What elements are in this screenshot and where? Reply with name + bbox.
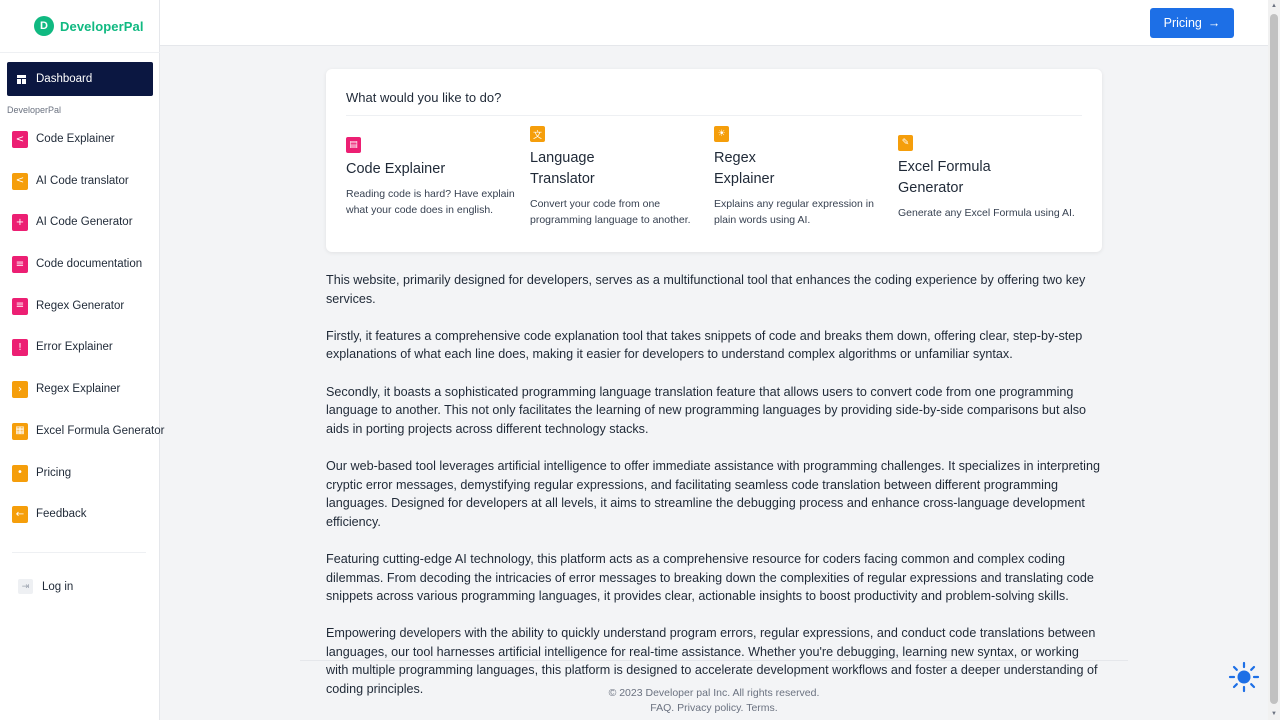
sidebar-item-label: Pricing — [36, 466, 72, 479]
login-link[interactable]: ⇥ Log in — [18, 579, 73, 594]
tools-card: What would you like to do? ▤ Code Explai… — [326, 69, 1102, 252]
sidebar-item-label: AI Code Generator — [36, 216, 133, 229]
sidebar-item-excel-formula-generator[interactable]: ▦ Excel Formula Generator — [12, 422, 164, 465]
regex-icon: ≡ — [12, 297, 28, 315]
tool-regex-explainer[interactable]: ☀ Regex Explainer Explains any regular e… — [714, 126, 894, 228]
brand-logo-icon: D — [34, 16, 54, 36]
copyright: © 2023 Developer pal Inc. All rights res… — [608, 687, 820, 699]
tool-excel-formula-generator[interactable]: ✎ Excel Formula Generator Generate any E… — [898, 135, 1083, 221]
privacy-policy-link[interactable]: Privacy policy. — [677, 702, 743, 714]
sun-icon — [1228, 661, 1260, 693]
sidebar: D DeveloperPal Dashboard DeveloperPal < … — [0, 0, 164, 720]
login-icon: ⇥ — [18, 579, 33, 594]
pencil-icon: ✎ — [898, 135, 913, 151]
dashboard-icon — [17, 74, 26, 84]
tool-code-explainer[interactable]: ▤ Code Explainer Reading code is hard? H… — [346, 137, 516, 218]
top-header: Pricing → — [160, 0, 1268, 46]
divider — [0, 52, 160, 53]
card-title: What would you like to do? — [346, 90, 502, 105]
tool-name: Code Explainer — [346, 161, 446, 177]
divider — [300, 660, 1128, 661]
sidebar-item-code-explainer[interactable]: < Code Explainer — [12, 131, 158, 173]
sidebar-item-regex-generator[interactable]: ≡ Regex Generator — [12, 297, 158, 340]
sidebar-item-regex-explainer[interactable]: › Regex Explainer — [12, 381, 158, 423]
sidebar-nav: < Code Explainer < AI Code translator + … — [12, 131, 164, 548]
sidebar-item-feedback[interactable]: ← Feedback — [12, 506, 158, 548]
tool-name: Language Translator — [530, 150, 595, 187]
theme-toggle-button[interactable] — [1228, 661, 1260, 693]
sidebar-item-dashboard[interactable]: Dashboard — [7, 62, 153, 96]
tool-description: Convert your code from one programming l… — [530, 198, 691, 226]
sidebar-section-label: DeveloperPal — [7, 105, 62, 115]
sidebar-item-label: Feedback — [36, 508, 87, 521]
main-content: This website, primarily designed for dev… — [326, 271, 1104, 717]
sidebar-item-label: Error Explainer — [36, 341, 113, 354]
paragraph: Secondly, it boasts a sophisticated prog… — [326, 384, 1087, 436]
alert-circle-icon: ! — [12, 339, 28, 357]
sidebar-item-ai-code-translator[interactable]: < AI Code translator — [12, 172, 158, 215]
paragraph: Firstly, it features a comprehensive cod… — [326, 328, 1083, 362]
arrow-right-icon: → — [1207, 16, 1221, 30]
scroll-up-icon[interactable]: ▲ — [1270, 2, 1278, 10]
document-icon: ≡ — [12, 256, 28, 274]
pricing-button[interactable]: Pricing → — [1150, 8, 1234, 38]
tool-description: Reading code is hard? Have explain what … — [346, 188, 515, 216]
sidebar-item-label: Dashboard — [36, 73, 93, 85]
sidebar-item-label: AI Code translator — [36, 174, 129, 187]
paragraph: Featuring cutting-edge AI technology, th… — [326, 551, 1094, 604]
sidebar-item-pricing[interactable]: • Pricing — [12, 464, 158, 507]
lightning-icon: › — [12, 381, 28, 399]
scrollbar[interactable]: ▲ ▼ — [1268, 0, 1280, 720]
sidebar-item-label: Regex Explainer — [36, 383, 121, 396]
chat-icon: ▤ — [346, 137, 361, 153]
sidebar-item-label: Regex Generator — [36, 299, 125, 312]
tool-language-translator[interactable]: 文 Language Translator Convert your code … — [530, 126, 695, 228]
footer-links: FAQ. Privacy policy. Terms. — [160, 701, 1268, 716]
login-label: Log in — [42, 580, 74, 593]
footer: © 2023 Developer pal Inc. All rights res… — [160, 686, 1268, 716]
paragraph: This website, primarily designed for dev… — [326, 273, 1086, 306]
plus-icon: + — [12, 214, 28, 232]
tool-description: Explains any regular expression in plain… — [714, 198, 874, 226]
arrow-left-icon: ← — [12, 506, 28, 524]
divider — [12, 552, 146, 553]
tag-icon: • — [12, 464, 28, 482]
faq-link[interactable]: FAQ. — [650, 702, 674, 714]
brand-name: DeveloperPal — [60, 18, 144, 34]
scroll-down-icon[interactable]: ▼ — [1270, 710, 1278, 718]
paragraph: Our web-based tool leverages artificial … — [326, 458, 1100, 529]
translate-icon: 文 — [530, 126, 545, 142]
brand[interactable]: D DeveloperPal — [34, 15, 144, 37]
sidebar-item-label: Excel Formula Generator — [36, 424, 165, 437]
pricing-button-label: Pricing — [1163, 16, 1202, 30]
sidebar-item-code-documentation[interactable]: ≡ Code documentation — [12, 256, 158, 298]
sidebar-item-label: Code documentation — [36, 258, 143, 271]
sidebar-item-ai-code-generator[interactable]: + AI Code Generator — [12, 214, 158, 256]
code-brackets-icon: < — [12, 172, 28, 190]
tool-name: Regex Explainer — [714, 150, 775, 187]
sidebar-item-error-explainer[interactable]: ! Error Explainer — [12, 339, 158, 381]
code-brackets-icon: < — [12, 131, 28, 148]
lightbulb-icon: ☀ — [714, 126, 729, 142]
terms-link[interactable]: Terms. — [746, 702, 778, 714]
divider — [346, 115, 1082, 116]
tool-name: Excel Formula Generator — [898, 159, 991, 196]
table-icon: ▦ — [12, 422, 28, 440]
scrollbar-thumb[interactable] — [1270, 14, 1278, 704]
tool-description: Generate any Excel Formula using AI. — [898, 207, 1075, 219]
sidebar-item-label: Code Explainer — [36, 133, 115, 145]
